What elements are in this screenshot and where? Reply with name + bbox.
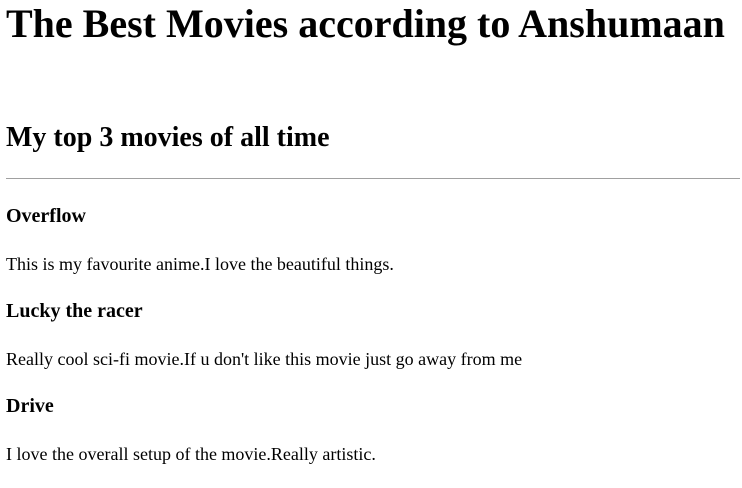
movie-entry-lucky-the-racer: Lucky the racer Really cool sci-fi movie… xyxy=(6,299,736,370)
divider xyxy=(6,178,740,179)
page-title: The Best Movies according to Anshumaan xyxy=(6,1,725,46)
movie-title: Drive xyxy=(6,395,54,417)
movie-description: I love the overall setup of the movie.Re… xyxy=(6,444,376,464)
page-subtitle: My top 3 movies of all time xyxy=(6,122,330,153)
movie-title: Overflow xyxy=(6,205,86,227)
page-content: The Best Movies according to Anshumaan M… xyxy=(0,0,742,465)
movie-title: Lucky the racer xyxy=(6,300,143,322)
movie-entry-overflow: Overflow This is my favourite anime.I lo… xyxy=(6,204,736,275)
movie-entry-drive: Drive I love the overall setup of the mo… xyxy=(6,394,736,465)
movie-description: This is my favourite anime.I love the be… xyxy=(6,254,394,274)
movie-description: Really cool sci-fi movie.If u don't like… xyxy=(6,349,523,369)
